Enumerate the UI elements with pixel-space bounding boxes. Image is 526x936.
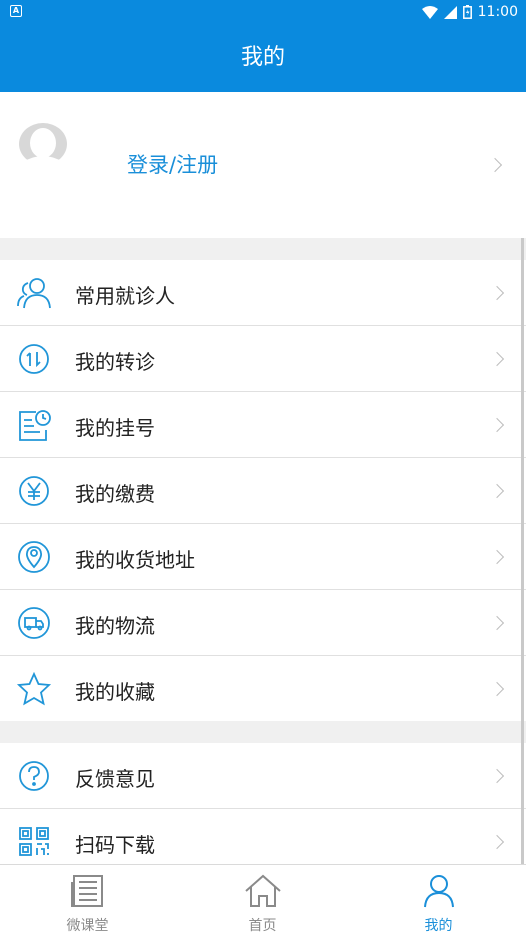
menu-item-label: 扫码下载: [75, 833, 155, 857]
chevron-right-icon: [489, 351, 505, 367]
truck-icon: [18, 607, 50, 639]
menu-item-my-referrals[interactable]: 我的转诊: [0, 326, 526, 392]
menu-item-feedback[interactable]: 反馈意见: [0, 743, 526, 809]
section-divider: [0, 238, 526, 260]
scrollbar[interactable]: [521, 238, 524, 864]
transfer-icon: [19, 344, 49, 374]
menu-group-secondary: 反馈意见 扫码下载: [0, 743, 526, 875]
tab-label: 我的: [424, 918, 453, 934]
menu-item-label: 我的收藏: [75, 680, 155, 704]
tab-mine[interactable]: 我的: [351, 865, 526, 936]
section-divider: [0, 721, 526, 743]
status-bar: A 11:00: [0, 0, 526, 24]
menu-item-label: 我的转诊: [75, 350, 155, 374]
menu-item-my-addresses[interactable]: 我的收货地址: [0, 524, 526, 590]
avatar-placeholder-icon: [19, 123, 67, 168]
menu-item-label: 反馈意见: [75, 767, 155, 791]
status-icons: 11:00: [421, 3, 518, 21]
chevron-right-icon: [489, 417, 505, 433]
newspaper-icon: [71, 875, 103, 907]
menu-item-frequent-patients[interactable]: 常用就诊人: [0, 260, 526, 326]
bottom-tab-bar: 微课堂 首页 我的: [0, 864, 526, 936]
menu-item-my-registrations[interactable]: 我的挂号: [0, 392, 526, 458]
chevron-right-icon: [489, 483, 505, 499]
tab-home[interactable]: 首页: [175, 865, 350, 936]
chevron-right-icon: [489, 681, 505, 697]
yen-icon: [19, 476, 49, 506]
signal-icon: [443, 5, 457, 19]
location-pin-icon: [18, 541, 50, 573]
tab-label: 微课堂: [66, 918, 109, 934]
notification-a-icon: A: [10, 5, 22, 17]
menu-item-my-favorites[interactable]: 我的收藏: [0, 656, 526, 722]
menu-item-label: 我的物流: [75, 614, 155, 638]
menu-item-label: 我的挂号: [75, 416, 155, 440]
menu-item-my-logistics[interactable]: 我的物流: [0, 590, 526, 656]
star-icon: [16, 672, 52, 706]
page-title: 我的: [240, 45, 285, 70]
chevron-right-icon: [489, 834, 505, 850]
menu-item-label: 我的缴费: [75, 482, 155, 506]
app-bar: 我的: [0, 24, 526, 92]
question-icon: [19, 761, 49, 791]
chevron-right-icon: [489, 549, 505, 565]
people-icon: [17, 278, 51, 309]
login-register-link[interactable]: 登录/注册: [127, 149, 218, 179]
menu-group-main: 常用就诊人 我的转诊 我的挂号 我的缴费 我的收货地址 我的物流 我的收藏: [0, 260, 526, 722]
qr-code-icon: [19, 827, 49, 856]
home-icon: [245, 874, 281, 907]
profile-login-row[interactable]: 登录/注册: [0, 92, 526, 238]
menu-item-my-payments[interactable]: 我的缴费: [0, 458, 526, 524]
registration-icon: [19, 410, 51, 441]
chevron-right-icon: [489, 615, 505, 631]
person-icon: [424, 875, 454, 908]
chevron-right-icon: [487, 157, 503, 173]
tab-micro-classroom[interactable]: 微课堂: [0, 865, 175, 936]
tab-label: 首页: [248, 918, 277, 934]
chevron-right-icon: [489, 768, 505, 784]
status-time: 11:00: [477, 4, 518, 20]
menu-item-label: 常用就诊人: [75, 284, 175, 308]
menu-item-label: 我的收货地址: [75, 548, 195, 572]
chevron-right-icon: [489, 285, 505, 301]
battery-icon: [462, 5, 472, 19]
wifi-icon: [421, 5, 438, 19]
